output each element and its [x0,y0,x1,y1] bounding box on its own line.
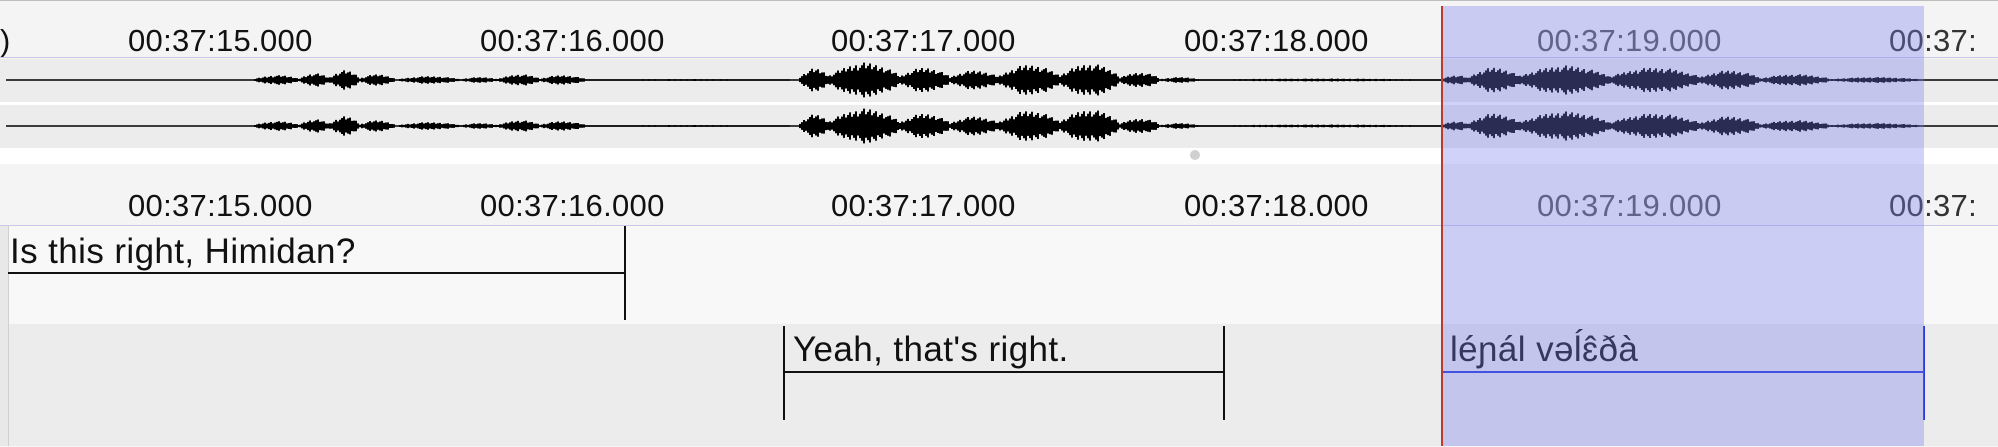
ruler-tick-label: 00:37:17.000 [831,23,1016,58]
annotation-boundary-end[interactable] [1223,326,1225,420]
annotation-boundary-end[interactable] [624,226,626,320]
annotation-text: Is this right, Himidan? [10,232,356,271]
annotation-timespan [8,272,626,274]
annotation-timespan [783,371,1225,373]
annotation-text: Yeah, that's right. [793,330,1069,369]
ruler-tick-label-partial: ) [0,23,11,58]
annotation-segment[interactable]: Is this right, Himidan? [8,226,626,320]
splitter-handle-icon[interactable] [1190,150,1200,160]
ruler-tick-label: 00:37:18.000 [1184,23,1369,58]
ruler-tick-label: 00:37:16.000 [480,23,665,58]
time-selection[interactable] [1442,6,1924,446]
ruler-tick-label: 00:37:17.000 [831,188,1016,223]
annotation-segment[interactable]: Yeah, that's right. [783,326,1225,420]
ruler-tick-label: 00:37:15.000 [128,188,313,223]
playhead-crosshair[interactable] [1441,6,1443,446]
ruler-tick-label: 00:37:15.000 [128,23,313,58]
ruler-tick-label: 00:37:18.000 [1184,188,1369,223]
ruler-tick-label: 00:37:16.000 [480,188,665,223]
annotation-boundary-start[interactable] [783,326,785,420]
